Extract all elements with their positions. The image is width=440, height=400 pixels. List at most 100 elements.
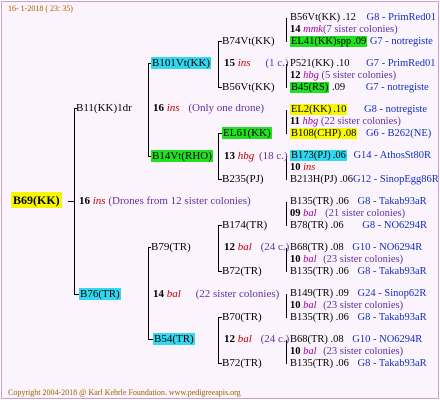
right-queen-name: B45(RS) bbox=[290, 82, 330, 93]
root-drone-origin: ins bbox=[92, 195, 106, 207]
right-drone-count: 11 bbox=[290, 116, 300, 127]
right-row: B135(TR) .06 G8 - Takab93aR bbox=[290, 358, 427, 370]
copyright-footer: Copyright 2004-2018 @ Karl Kehrle Founda… bbox=[8, 388, 241, 397]
right-queen-name: EL41(KK)spp bbox=[290, 36, 353, 47]
right-origin: G7 - notregiste bbox=[365, 82, 429, 93]
upper-drone-origin: ins bbox=[166, 102, 180, 114]
node-b1: B74Vt(KK) bbox=[222, 35, 275, 47]
right-drone-origin: bal bbox=[303, 208, 317, 219]
right-drone-count: 09 bbox=[290, 208, 301, 219]
right-origin: G7 - notregiste bbox=[369, 36, 433, 47]
right-drone-origin: bal bbox=[303, 254, 317, 265]
right-inbreeding: .10 bbox=[332, 104, 348, 115]
right-inbreeding: .09 bbox=[335, 288, 349, 299]
right-row: B45(RS) .09 G7 - notregiste bbox=[290, 82, 429, 94]
right-origin: G8 - Takab93aR bbox=[357, 358, 427, 369]
connector bbox=[286, 294, 287, 318]
node-e-drone-origin: bal bbox=[237, 241, 252, 253]
connector bbox=[286, 18, 287, 42]
right-inbreeding: .06 bbox=[335, 358, 349, 369]
right-origin: G10 - NO6294R bbox=[352, 334, 423, 345]
right-drone-origin: bal bbox=[303, 346, 317, 357]
node-f1-name: B174(TR) bbox=[222, 219, 268, 231]
node-h1-name: B70(TR) bbox=[222, 311, 262, 323]
right-origin: G8 - Takab93aR bbox=[357, 312, 427, 323]
right-origin: G6 - B262(NE) bbox=[365, 128, 432, 139]
node-e-name: B79(TR) bbox=[151, 241, 191, 253]
node-d2: B235(PJ) bbox=[222, 173, 264, 185]
node-a: B101Vt(KK) bbox=[151, 57, 212, 69]
lower-drone-info: 14 bal (22 sister colonies) bbox=[153, 288, 279, 300]
right-drone-count: 10 bbox=[290, 254, 301, 265]
right-row: B108(CHP) .08 G6 - B262(NE) bbox=[290, 128, 431, 140]
right-origin: G10 - NO6294R bbox=[352, 242, 423, 253]
connector bbox=[286, 110, 287, 134]
connector bbox=[218, 133, 219, 179]
node-c-drone-origin: hbg bbox=[237, 150, 255, 162]
right-drone-note: (23 sister colonies) bbox=[323, 254, 404, 265]
right-drone-note: (23 sister colonies) bbox=[323, 300, 404, 311]
node-a-drone-info: 15 ins (1 c.) bbox=[224, 57, 289, 69]
right-drone-origin: bal bbox=[303, 300, 317, 311]
right-row: B135(TR) .06 G8 - Takab93aR bbox=[290, 312, 427, 324]
node-e-drone-info: 12 bal (24 c.) bbox=[224, 241, 289, 253]
connector bbox=[68, 201, 75, 202]
right-drone-row: 10 bal (23 sister colonies) bbox=[290, 346, 403, 358]
upper-queen: B11(KK)1dr bbox=[76, 102, 132, 114]
right-row: B149(TR) .09 G24 - Sinop62R bbox=[290, 288, 426, 300]
right-queen-name: B68(TR) bbox=[290, 242, 328, 253]
right-drone-origin: ins bbox=[303, 162, 316, 173]
right-inbreeding: .08 bbox=[330, 334, 344, 345]
node-e: B79(TR) bbox=[151, 241, 191, 253]
right-row: B78(TR) .06 G8 - NO6294R bbox=[290, 220, 427, 232]
right-queen-name: B135(TR) bbox=[290, 358, 334, 369]
right-origin: G24 - Sinop62R bbox=[357, 288, 427, 299]
node-d1-name: EL61(KK) bbox=[222, 127, 272, 139]
right-origin: G8 - Takab93aR bbox=[357, 196, 427, 207]
right-queen-name: B78(TR) bbox=[290, 220, 328, 231]
node-c: B14Vt(RHO) bbox=[151, 150, 213, 162]
node-g-drone-note: (24 c.) bbox=[260, 333, 290, 345]
right-row: EL2(KK) .10 G8 - notregiste bbox=[290, 104, 427, 116]
connector bbox=[218, 317, 219, 363]
right-drone-row: 11 hbg (22 sister colonies) bbox=[290, 116, 401, 128]
pedigree-diagram: 16- 1-2018 ( 23: 35) B69(KK) 16 ins (Dro… bbox=[1, 1, 439, 399]
right-origin: G12 - SinopEgg86R bbox=[353, 174, 439, 185]
right-drone-note: (5 sister colonies) bbox=[321, 70, 397, 81]
node-c-drone-note: (18 c.) bbox=[259, 150, 288, 162]
right-inbreeding: .10 bbox=[336, 58, 350, 69]
node-b2: B56Vt(KK) bbox=[222, 81, 275, 93]
right-drone-count: 12 bbox=[290, 70, 301, 81]
right-queen-name: B173(PJ) bbox=[290, 150, 332, 161]
node-e-drone-note: (24 c.) bbox=[260, 241, 290, 253]
node-d2-name: B235(PJ) bbox=[222, 173, 264, 185]
node-a-drone-origin: ins bbox=[237, 57, 251, 69]
right-row: B68(TR) .08 G10 - NO6294R bbox=[290, 334, 422, 346]
node-h2-name: B72(TR) bbox=[222, 357, 262, 369]
lower-drone-origin: bal bbox=[166, 288, 181, 300]
right-drone-count: 14 bbox=[290, 24, 301, 35]
right-inbreeding: .09 bbox=[331, 82, 346, 93]
root-queen-name: B69(KK) bbox=[11, 192, 62, 208]
right-drone-row: 12 hbg (5 sister colonies) bbox=[290, 70, 396, 82]
connector bbox=[218, 41, 219, 87]
upper-drone-count: 16 bbox=[153, 102, 164, 114]
connector bbox=[148, 63, 149, 156]
right-queen-name: B213H(PJ) bbox=[290, 174, 338, 185]
node-e-drone-count: 12 bbox=[224, 241, 235, 253]
node-a-drone-note: (1 c.) bbox=[265, 57, 289, 69]
node-h2: B72(TR) bbox=[222, 357, 262, 369]
connector bbox=[286, 202, 287, 226]
right-drone-origin: mmk bbox=[303, 24, 323, 35]
node-f2-name: B72(TR) bbox=[222, 265, 262, 277]
upper-queen-name: B11(KK)1dr bbox=[76, 102, 132, 114]
right-drone-row: 10 ins bbox=[290, 162, 315, 174]
node-g-drone-origin: bal bbox=[237, 333, 252, 345]
node-g: B54(TR) bbox=[153, 333, 195, 345]
right-inbreeding: .06 bbox=[330, 220, 344, 231]
root-drone-count: 16 bbox=[79, 195, 90, 207]
right-drone-note: (7 sister colonies) bbox=[322, 24, 398, 35]
right-origin: G7 - PrimRed01 bbox=[366, 58, 436, 69]
right-queen-name: EL2(KK) bbox=[290, 104, 333, 115]
right-inbreeding: .06 bbox=[339, 174, 354, 185]
